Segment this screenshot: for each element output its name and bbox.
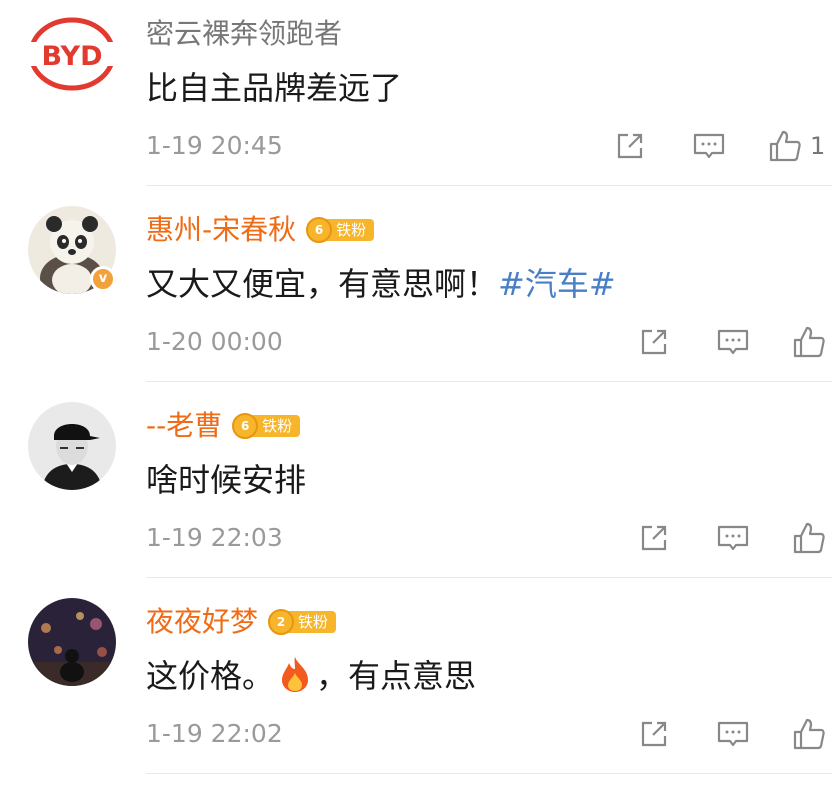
comment-body: 又大又便宜，有意思啊！ [146,265,499,303]
crown-icon: 2 [268,609,295,635]
like-button[interactable] [792,520,826,556]
comment-list: BYD 密云裸奔领跑者 比自主品牌差远了 1-19 20:45 1 v 惠州-宋… [0,0,832,794]
share-button[interactable] [638,324,670,360]
like-button[interactable]: 1 [768,128,825,164]
like-button[interactable] [792,716,826,752]
crown-icon: 6 [306,217,333,243]
comment-button[interactable] [692,128,726,164]
fire-emoji-icon [278,655,312,706]
divider [146,185,832,186]
share-icon [641,329,667,355]
comment-header: --老曹 6 铁粉 [146,406,301,446]
like-icon [769,130,801,162]
like-icon [793,522,825,554]
byd-logo-text: BYD [41,41,102,72]
fan-badge[interactable]: 6 铁粉 [232,413,301,439]
username[interactable]: 密云裸奔领跑者 [146,14,342,54]
divider [146,381,832,382]
fan-badge-label: 铁粉 [288,611,337,633]
comment-time: 1-19 22:02 [146,719,283,748]
avatar[interactable] [28,598,116,686]
fan-badge[interactable]: 2 铁粉 [268,609,337,635]
comment-icon [717,525,749,551]
comment-header: 密云裸奔领跑者 [146,14,342,54]
share-icon [641,525,667,551]
comment-text: 比自主品牌差远了 [146,64,402,112]
share-button[interactable] [638,520,670,556]
like-icon [793,326,825,358]
fan-badge-label: 铁粉 [326,219,375,241]
person-cap-avatar-icon [28,402,116,490]
fan-badge-label: 铁粉 [252,415,301,437]
comment-item: 夜夜好梦 2 铁粉 这价格。 ，有点意思 1-19 22:02 [0,588,832,783]
comment-item: --老曹 6 铁粉 啥时候安排 1-19 22:03 [0,392,832,587]
comment-time: 1-19 22:03 [146,523,283,552]
like-button[interactable] [792,324,826,360]
comment-text: 又大又便宜，有意思啊！#汽车# [146,260,616,308]
like-count: 1 [810,132,826,160]
comment-time: 1-19 20:45 [146,131,283,160]
verified-badge: v [90,266,116,292]
comment-header: 夜夜好梦 2 铁粉 [146,602,337,642]
comment-icon [693,133,725,159]
share-icon [641,721,667,747]
comment-button[interactable] [716,520,750,556]
comment-text: 这价格。 ，有点意思 [146,652,476,706]
share-button[interactable] [614,128,646,164]
username[interactable]: 夜夜好梦 [146,602,258,642]
comment-item: v 惠州-宋春秋 6 铁粉 又大又便宜，有意思啊！#汽车# 1-20 00:00 [0,196,832,391]
username[interactable]: --老曹 [146,406,222,446]
divider [146,577,832,578]
avatar[interactable]: BYD [28,10,116,98]
comment-text: 啥时候安排 [146,456,306,504]
fan-badge[interactable]: 6 铁粉 [306,217,375,243]
comment-icon [717,721,749,747]
comment-button[interactable] [716,716,750,752]
avatar[interactable] [28,402,116,490]
divider [146,773,832,774]
comment-time: 1-20 00:00 [146,327,283,356]
comment-body: 啥时候安排 [146,461,307,499]
night-city-avatar-icon [28,598,116,686]
comment-item: BYD 密云裸奔领跑者 比自主品牌差远了 1-19 20:45 1 [0,0,832,195]
comment-body-continued: ，有点意思 [316,657,477,695]
like-icon [793,718,825,750]
comment-button[interactable] [716,324,750,360]
comment-icon [717,329,749,355]
username[interactable]: 惠州-宋春秋 [146,210,296,250]
share-button[interactable] [638,716,670,752]
topic-link[interactable]: #汽车# [498,265,616,303]
comment-body: 比自主品牌差远了 [146,69,403,107]
share-icon [617,133,643,159]
comment-body: 这价格。 [146,657,275,695]
byd-logo-icon: BYD [28,10,116,98]
comment-header: 惠州-宋春秋 6 铁粉 [146,210,375,250]
